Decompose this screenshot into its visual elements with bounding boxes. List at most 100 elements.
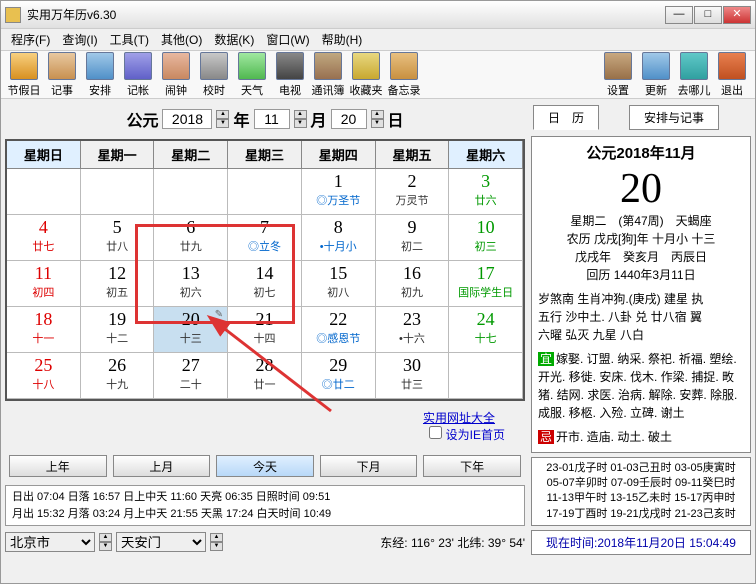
- year-down[interactable]: ▼: [216, 119, 229, 128]
- calendar-cell[interactable]: 6廿九: [154, 215, 228, 261]
- menu-query[interactable]: 查询(I): [56, 31, 103, 48]
- menu-help[interactable]: 帮助(H): [316, 31, 369, 48]
- menu-other[interactable]: 其他(O): [155, 31, 208, 48]
- calendar-cell[interactable]: 20十三✎: [154, 307, 228, 353]
- prev-month-button[interactable]: 上月: [113, 455, 211, 477]
- calendar-cell[interactable]: 14初七: [228, 261, 302, 307]
- tab-schedule[interactable]: 安排与记事: [629, 105, 719, 130]
- window-title: 实用万年历v6.30: [27, 6, 665, 23]
- link-sites[interactable]: 实用网址大全: [423, 411, 495, 425]
- calendar-grid: 星期日星期一星期二星期三星期四星期五星期六 1◎万圣节2万灵节3廿六4廿七5廿八…: [5, 139, 525, 401]
- calendar-cell[interactable]: 15初八: [302, 261, 376, 307]
- day-down[interactable]: ▼: [371, 119, 384, 128]
- tb-schedule[interactable]: 安排: [81, 52, 119, 98]
- calendar-cell[interactable]: 11初四: [7, 261, 81, 307]
- app-icon: [5, 7, 21, 23]
- calendar-cell[interactable]: 1◎万圣节: [302, 169, 376, 215]
- calendar-cell[interactable]: 4廿七: [7, 215, 81, 261]
- calendar-cell[interactable]: 29◎廿二: [302, 353, 376, 399]
- alarm-icon: [162, 52, 190, 80]
- menubar: 程序(F) 查询(I) 工具(T) 其他(O) 数据(K) 窗口(W) 帮助(H…: [1, 29, 755, 51]
- month-input[interactable]: [254, 109, 290, 129]
- day-input[interactable]: [331, 109, 367, 129]
- province-select[interactable]: 北京市: [5, 532, 95, 552]
- tb-fav[interactable]: 收藏夹: [347, 52, 385, 98]
- tb-timesync[interactable]: 校时: [195, 52, 233, 98]
- calendar-cell[interactable]: 27二十: [154, 353, 228, 399]
- tb-settings[interactable]: 设置: [599, 52, 637, 98]
- tb-alarm[interactable]: 闹钟: [157, 52, 195, 98]
- tab-calendar[interactable]: 日 历: [533, 105, 599, 130]
- month-up[interactable]: ▲: [294, 110, 307, 119]
- minimize-button[interactable]: —: [665, 6, 693, 24]
- calendar-cell: [154, 169, 228, 215]
- memo-icon: [390, 52, 418, 80]
- city-bar: 北京市 ▲▼ 天安门 ▲▼ 东经: 116° 23' 北纬: 39° 54': [5, 530, 525, 554]
- close-button[interactable]: ✕: [723, 6, 751, 24]
- hour-table: 23-01戊子时 01-03己丑时 03-05庚寅时 05-07辛卯时 07-0…: [531, 457, 751, 527]
- calendar-cell[interactable]: 21十四: [228, 307, 302, 353]
- day-detail: 公元2018年11月 20 星期二 (第47周) 天蝎座 农历 戊戌[狗]年 十…: [531, 136, 751, 453]
- tb-contact[interactable]: 通讯簿: [309, 52, 347, 98]
- menu-data[interactable]: 数据(K): [208, 31, 260, 48]
- calendar-cell[interactable]: 7◎立冬: [228, 215, 302, 261]
- set-ie-checkbox[interactable]: [429, 426, 442, 439]
- calendar-cell[interactable]: 19十二: [81, 307, 155, 353]
- titlebar: 实用万年历v6.30 — □ ✕: [1, 1, 755, 29]
- calendar-cell: [7, 169, 81, 215]
- today-button[interactable]: 今天: [216, 455, 314, 477]
- tb-exit[interactable]: 退出: [713, 52, 751, 98]
- calendar-cell[interactable]: 13初六: [154, 261, 228, 307]
- calendar-cell[interactable]: 18十一: [7, 307, 81, 353]
- weekday-header: 星期三: [228, 141, 302, 169]
- calendar-cell[interactable]: 23•十六: [376, 307, 450, 353]
- right-tabs: 日 历 安排与记事: [531, 103, 751, 132]
- year-input[interactable]: [162, 109, 212, 129]
- detail-title: 公元2018年11月: [538, 143, 744, 166]
- calendar-cell[interactable]: 17国际学生日: [449, 261, 523, 307]
- calendar-cell[interactable]: 10初三: [449, 215, 523, 261]
- tb-travel[interactable]: 去哪儿: [675, 52, 713, 98]
- calendar-cell[interactable]: 24十七: [449, 307, 523, 353]
- prev-year-button[interactable]: 上年: [9, 455, 107, 477]
- calendar-cell[interactable]: 30廿三: [376, 353, 450, 399]
- calendar-cell[interactable]: 12初五: [81, 261, 155, 307]
- tb-tv[interactable]: 电视: [271, 52, 309, 98]
- next-year-button[interactable]: 下年: [423, 455, 521, 477]
- update-icon: [642, 52, 670, 80]
- tb-weather[interactable]: 天气: [233, 52, 271, 98]
- day-up[interactable]: ▲: [371, 110, 384, 119]
- account-icon: [124, 52, 152, 80]
- calendar-cell[interactable]: 26十九: [81, 353, 155, 399]
- detail-yi: 嫁娶. 订盟. 纳采. 祭祀. 祈福. 塑绘. 开光. 移徙. 安床. 伐木. …: [538, 350, 744, 422]
- menu-window[interactable]: 窗口(W): [260, 31, 315, 48]
- tb-holiday[interactable]: 节假日: [5, 52, 43, 98]
- year-up[interactable]: ▲: [216, 110, 229, 119]
- tb-memo[interactable]: 备忘录: [385, 52, 423, 98]
- calendar-cell[interactable]: 25十八: [7, 353, 81, 399]
- calendar-cell[interactable]: 8•十月小: [302, 215, 376, 261]
- sun-info: 日出 07:04 日落 16:57 日上中天 11:60 天亮 06:35 日照…: [5, 485, 525, 526]
- calendar-cell[interactable]: 22◎感恩节: [302, 307, 376, 353]
- tb-note[interactable]: 记事: [43, 52, 81, 98]
- weekday-header: 星期四: [302, 141, 376, 169]
- calendar-cell[interactable]: 16初九: [376, 261, 450, 307]
- pencil-icon: ✎: [215, 309, 223, 320]
- next-month-button[interactable]: 下月: [320, 455, 418, 477]
- menu-program[interactable]: 程序(F): [5, 31, 56, 48]
- menu-tools[interactable]: 工具(T): [104, 31, 155, 48]
- maximize-button[interactable]: □: [694, 6, 722, 24]
- calendar-cell[interactable]: 9初二: [376, 215, 450, 261]
- holiday-icon: [10, 52, 38, 80]
- calendar-cell[interactable]: 28廿一: [228, 353, 302, 399]
- weekday-header: 星期六: [449, 141, 523, 169]
- tb-update[interactable]: 更新: [637, 52, 675, 98]
- toolbar: 节假日 记事 安排 记帐 闹钟 校时 天气 电视 通讯簿 收藏夹 备忘录 设置 …: [1, 51, 755, 99]
- nav-buttons: 上年 上月 今天 下月 下年: [5, 451, 525, 481]
- calendar-cell[interactable]: 2万灵节: [376, 169, 450, 215]
- place-select[interactable]: 天安门: [116, 532, 206, 552]
- month-down[interactable]: ▼: [294, 119, 307, 128]
- calendar-cell[interactable]: 5廿八: [81, 215, 155, 261]
- tb-account[interactable]: 记帐: [119, 52, 157, 98]
- calendar-cell[interactable]: 3廿六: [449, 169, 523, 215]
